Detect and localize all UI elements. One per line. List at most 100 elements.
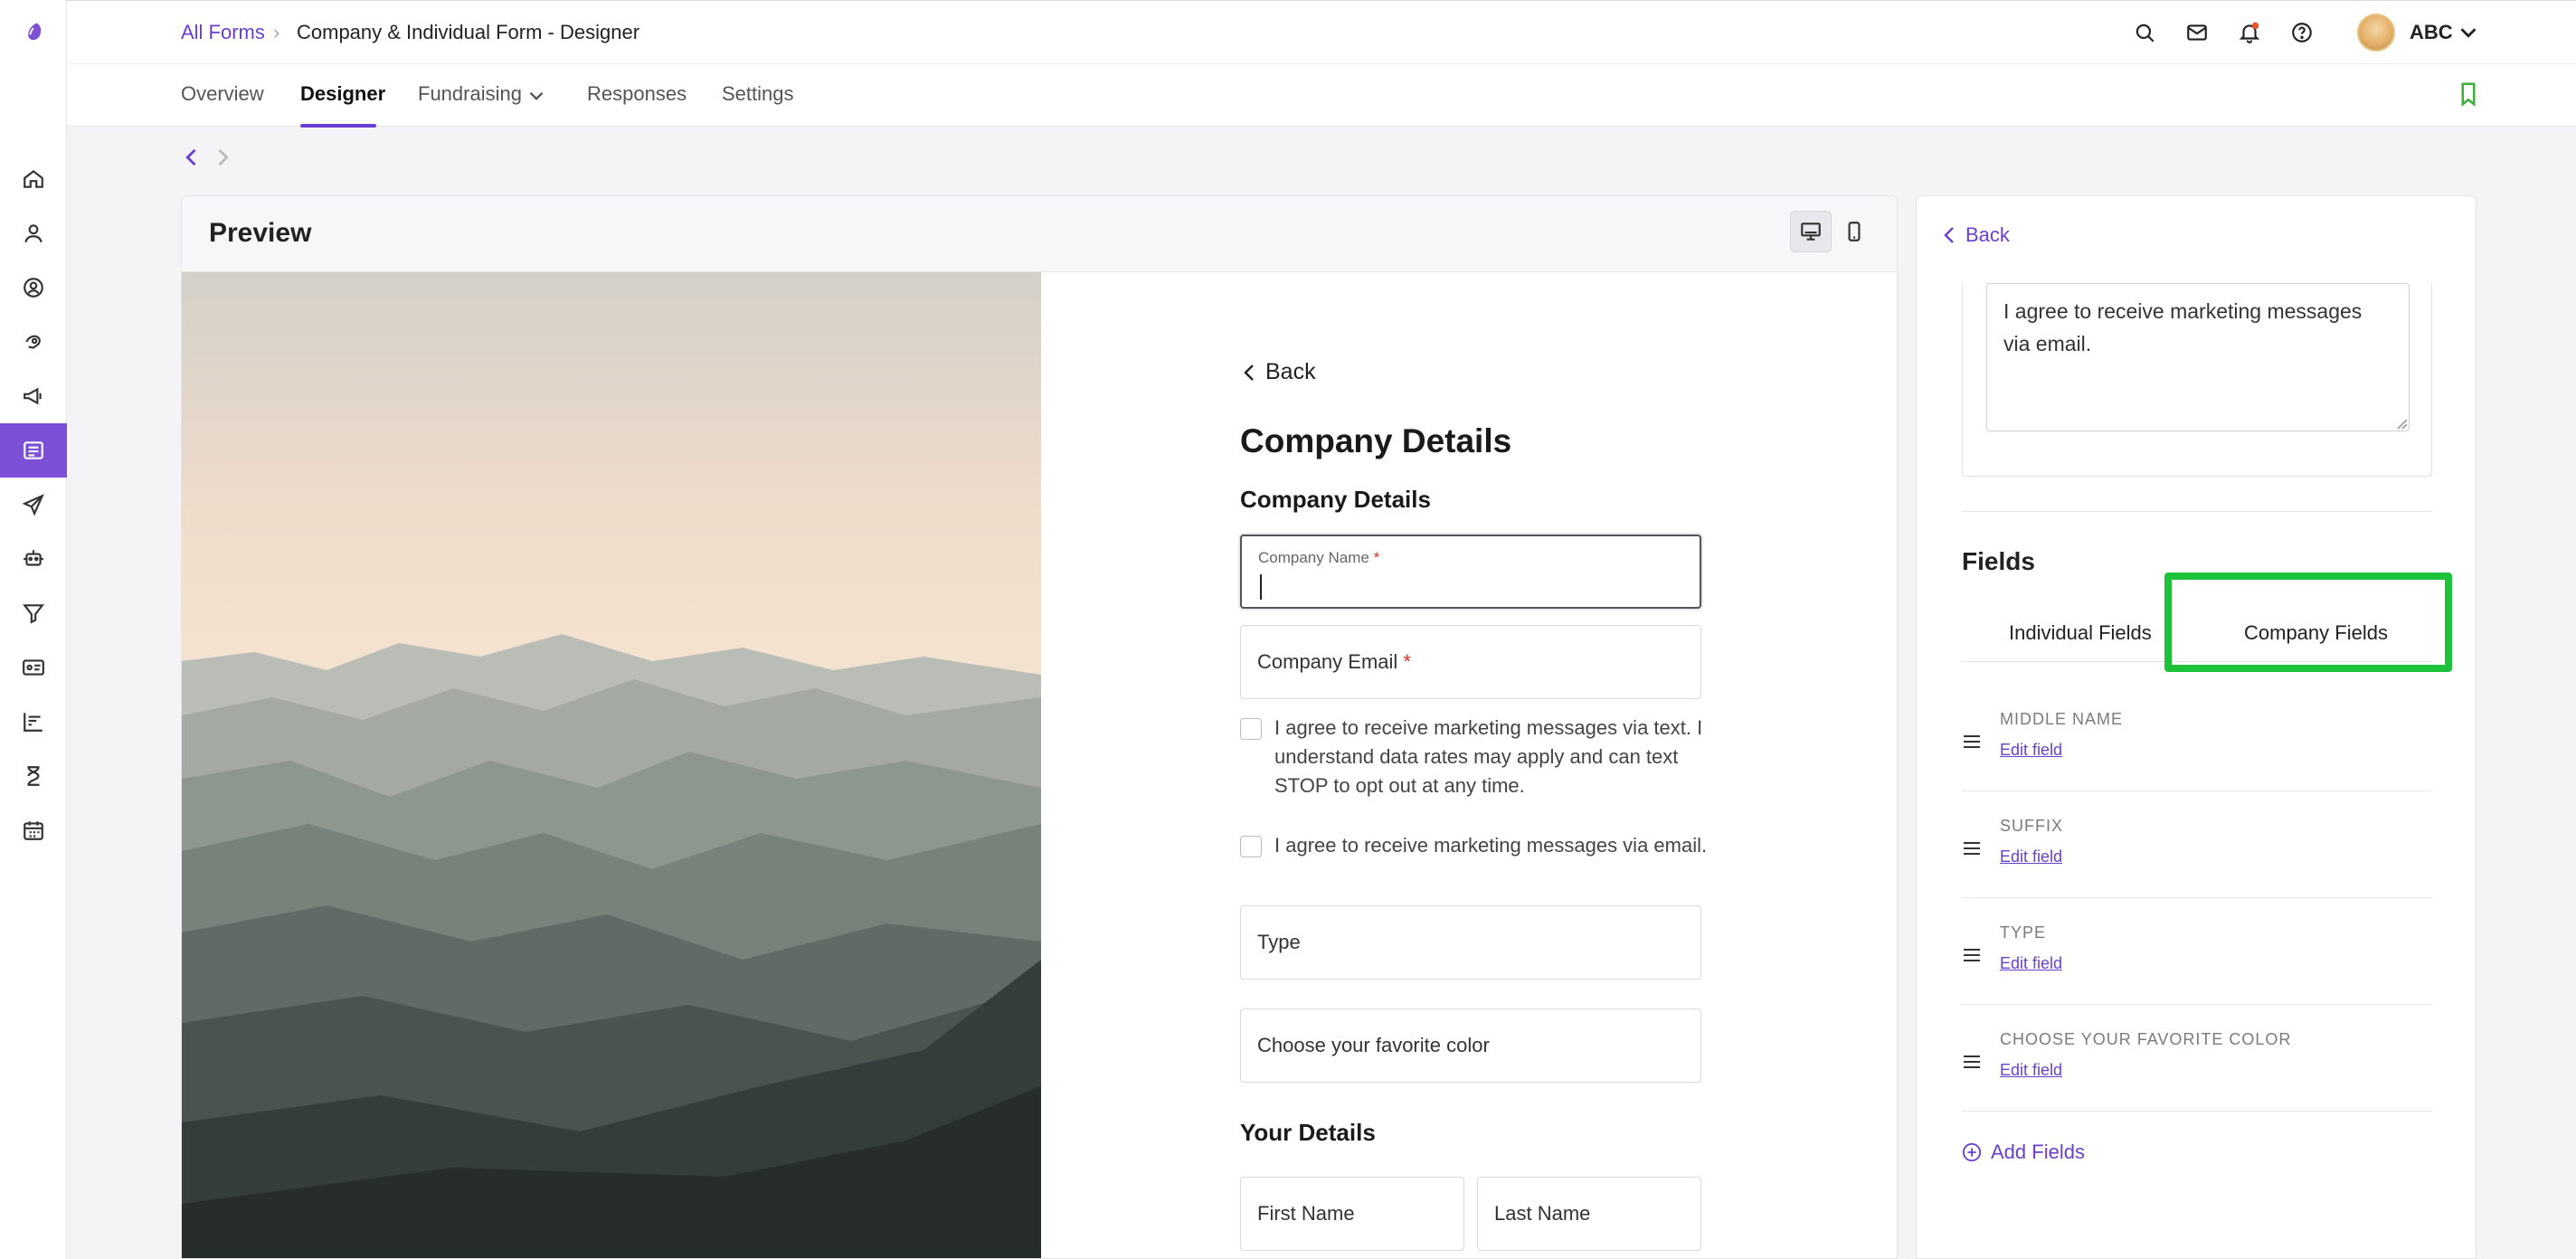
add-fields-button[interactable]: Add Fields [1962, 1141, 2085, 1164]
last-name-placeholder: Last Name [1494, 1202, 1591, 1225]
contacts-icon[interactable] [0, 260, 67, 315]
breadcrumb-separator: › [273, 21, 280, 43]
designer-side-panel: Back I agree to receive marketing messag… [1916, 195, 2477, 1259]
form-preview: Back Company Details Company Details Com… [1240, 272, 1747, 1258]
favorite-color-placeholder: Choose your favorite color [1257, 1034, 1490, 1056]
edit-field-link[interactable]: Edit field [2000, 847, 2062, 866]
field-name: TYPE [2000, 923, 2047, 942]
calendar-icon[interactable] [0, 803, 67, 857]
mail-icon[interactable] [2183, 19, 2211, 46]
resize-handle-icon[interactable] [2395, 417, 2408, 430]
consent-email-textarea[interactable]: I agree to receive marketing messages vi… [1986, 283, 2410, 431]
drag-handle-icon[interactable] [1962, 945, 1982, 965]
tab-fundraising[interactable]: Fundraising [418, 82, 522, 106]
field-row: CHOOSE YOUR FAVORITE COLOR Edit field [1962, 1005, 2432, 1112]
tab-overview[interactable]: Overview [181, 82, 264, 106]
bookmark-icon[interactable] [2455, 80, 2482, 108]
last-name-field[interactable]: Last Name [1477, 1177, 1701, 1251]
section-your-details: Your Details [1240, 1119, 1376, 1146]
tab-designer[interactable]: Designer [300, 82, 385, 106]
consent-text-checkbox[interactable] [1240, 718, 1262, 740]
breadcrumb-current: Company & Individual Form - Designer [297, 21, 640, 43]
edit-field-link[interactable]: Edit field [2000, 1061, 2062, 1080]
panel-back-link[interactable]: Back [1942, 223, 2010, 247]
company-email-label: Company Email * [1257, 650, 1411, 673]
consent-text-row: I agree to receive marketing messages vi… [1240, 716, 1719, 800]
top-header: All Forms › Company & Individual Form - … [67, 0, 2576, 63]
drag-handle-icon[interactable] [1962, 1052, 1982, 1072]
chevron-left-icon [1944, 227, 1954, 243]
panel-divider [1962, 511, 2432, 512]
preview-title: Preview [209, 218, 312, 248]
forms-icon[interactable] [0, 423, 67, 478]
type-field[interactable]: Type [1240, 905, 1701, 980]
breadcrumb-all-forms[interactable]: All Forms [181, 21, 265, 44]
home-icon[interactable] [0, 152, 67, 206]
help-icon[interactable] [2288, 19, 2316, 46]
consent-email-label: I agree to receive marketing messages vi… [1274, 834, 1708, 857]
mobile-view-button[interactable] [1833, 211, 1875, 252]
field-row: SUFFIX Edit field [1962, 791, 2432, 898]
person-icon[interactable] [0, 206, 67, 260]
notification-bell-icon[interactable] [2236, 19, 2263, 46]
preview-header: Preview [182, 196, 1897, 272]
robot-icon[interactable] [0, 532, 67, 586]
chevron-left-icon [1244, 364, 1254, 381]
field-name: SUFFIX [2000, 817, 2064, 835]
company-name-field[interactable]: Company Name * [1240, 535, 1701, 609]
search-icon[interactable] [2131, 19, 2158, 46]
tab-responses[interactable]: Responses [587, 82, 687, 106]
company-email-field[interactable]: Company Email * [1240, 625, 1701, 699]
chevron-down-icon[interactable] [2455, 19, 2482, 46]
form-back-link[interactable]: Back [1240, 359, 1316, 385]
consent-text-label: I agree to receive marketing messages vi… [1274, 716, 1703, 797]
form-back-label: Back [1265, 359, 1316, 384]
form-heading: Company Details [1240, 422, 1512, 459]
edit-field-link[interactable]: Edit field [2000, 954, 2062, 973]
filter-icon[interactable] [0, 586, 67, 640]
donation-hand-icon[interactable] [0, 315, 67, 369]
tab-bar: Overview Designer Fundraising Responses … [67, 63, 2576, 128]
first-name-placeholder: First Name [1257, 1202, 1355, 1225]
company-fields-highlight [2164, 573, 2452, 672]
field-row: MIDDLE NAME Edit field [1962, 685, 2432, 791]
tab-individual-fields[interactable]: Individual Fields [2009, 621, 2152, 645]
edit-field-link[interactable]: Edit field [2000, 741, 2062, 760]
desktop-icon [1801, 222, 1821, 241]
fields-title: Fields [1962, 547, 2035, 575]
field-row: TYPE Edit field [1962, 898, 2432, 1005]
drag-handle-icon[interactable] [1962, 732, 1982, 752]
mobile-icon [1848, 222, 1861, 241]
consent-email-row: I agree to receive marketing messages vi… [1240, 834, 1719, 860]
consent-email-checkbox[interactable] [1240, 836, 1262, 857]
id-card-icon[interactable] [0, 640, 67, 695]
active-tab-indicator [300, 124, 376, 128]
section-company-details: Company Details [1240, 486, 1431, 513]
megaphone-icon[interactable] [0, 369, 67, 423]
add-fields-label: Add Fields [1991, 1141, 2085, 1163]
field-name: CHOOSE YOUR FAVORITE COLOR [2000, 1030, 2292, 1048]
preview-card: Preview Back Company Details Company Det… [181, 195, 1898, 1259]
consent-editor-box: I agree to receive marketing messages vi… [1962, 283, 2432, 477]
favorite-color-field[interactable]: Choose your favorite color [1240, 1008, 1701, 1083]
landscape-image [182, 272, 1041, 1258]
add-circle-icon [1962, 1142, 1982, 1162]
reports-icon[interactable] [0, 695, 67, 749]
first-name-field[interactable]: First Name [1240, 1177, 1464, 1251]
desktop-view-button[interactable] [1790, 211, 1832, 252]
hourglass-icon[interactable] [0, 749, 67, 803]
chevron-down-icon[interactable] [525, 84, 548, 108]
type-placeholder: Type [1257, 931, 1301, 953]
field-name: MIDDLE NAME [2000, 710, 2124, 728]
history-back-icon[interactable] [179, 145, 204, 170]
company-name-label: Company Name * [1258, 549, 1380, 566]
drag-handle-icon[interactable] [1962, 838, 1982, 858]
left-nav-rail [0, 0, 67, 1259]
app-logo-icon[interactable] [11, 16, 56, 49]
avatar[interactable] [2357, 14, 2395, 52]
history-forward-icon[interactable] [210, 145, 235, 170]
text-cursor [1260, 574, 1262, 600]
tab-settings[interactable]: Settings [722, 82, 794, 106]
user-name[interactable]: ABC [2410, 21, 2453, 44]
send-icon[interactable] [0, 478, 67, 532]
